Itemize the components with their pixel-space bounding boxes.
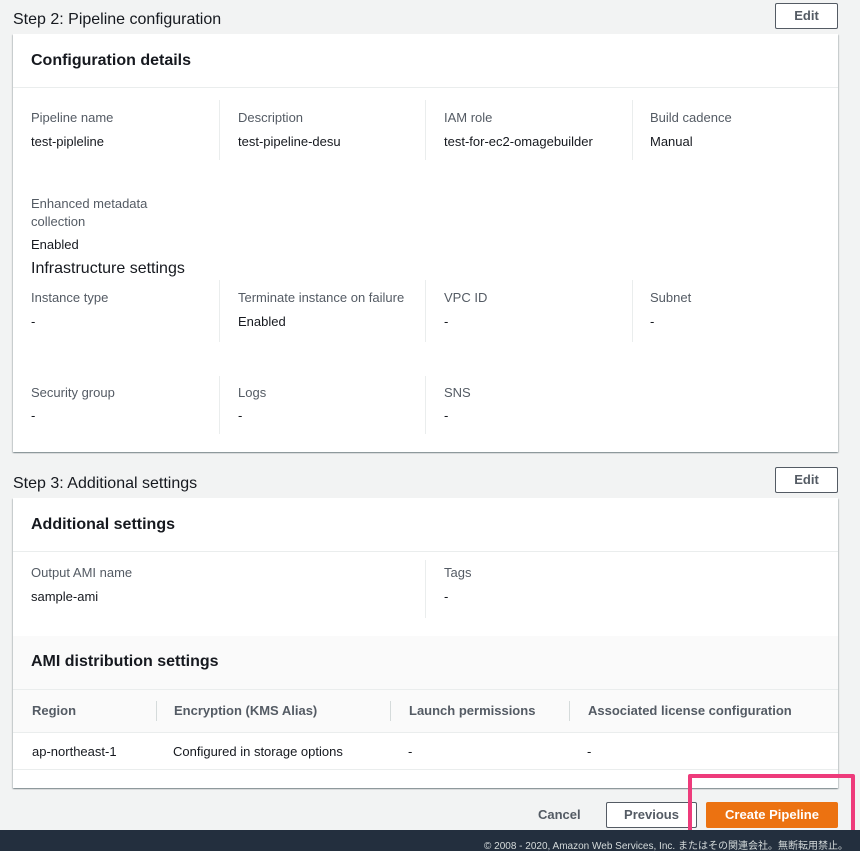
subnet-label: Subnet <box>650 290 692 305</box>
column-header-launch-permissions[interactable]: Launch permissions <box>409 703 535 718</box>
additional-settings-title: Additional settings <box>13 498 838 552</box>
step3-title: Step 3: Additional settings <box>13 475 198 492</box>
output-ami-name-label: Output AMI name <box>31 565 133 580</box>
column-divider <box>425 376 426 434</box>
cancel-button[interactable]: Cancel <box>538 807 581 822</box>
cell-region: ap-northeast-1 <box>32 744 117 759</box>
column-divider <box>219 280 220 342</box>
terminate-on-failure-label: Terminate instance on failure <box>238 290 405 305</box>
tags-label: Tags <box>444 565 472 580</box>
page-footer: © 2008 - 2020, Amazon Web Services, Inc.… <box>0 830 860 851</box>
iam-role-value: test-for-ec2-omagebuilder <box>444 134 593 149</box>
sns-label: SNS <box>444 385 471 400</box>
column-divider <box>390 701 391 721</box>
security-group-label: Security group <box>31 385 115 400</box>
infrastructure-settings-title: Infrastructure settings <box>31 260 185 277</box>
distribution-table-header-row: Region Encryption (KMS Alias) Launch per… <box>13 690 838 732</box>
copyright-text: © 2008 - 2020, Amazon Web Services, Inc.… <box>484 841 848 851</box>
security-group-value: - <box>31 408 36 423</box>
column-divider <box>219 376 220 434</box>
cell-encryption: Configured in storage options <box>173 744 343 759</box>
vpc-id-label: VPC ID <box>444 290 488 305</box>
column-divider <box>219 100 220 160</box>
table-row: ap-northeast-1 Configured in storage opt… <box>13 733 838 769</box>
column-divider <box>569 701 570 721</box>
column-divider <box>632 100 633 160</box>
column-header-region[interactable]: Region <box>32 703 76 718</box>
column-divider <box>632 280 633 342</box>
column-header-encryption[interactable]: Encryption (KMS Alias) <box>174 703 317 718</box>
enhanced-metadata-label-line1: Enhanced metadata <box>31 196 148 211</box>
column-divider <box>425 280 426 342</box>
step2-title: Step 2: Pipeline configuration <box>13 11 222 28</box>
iam-role-label: IAM role <box>444 110 493 125</box>
cell-launch-permissions: - <box>408 744 413 759</box>
column-divider <box>156 701 157 721</box>
column-header-license-configuration[interactable]: Associated license configuration <box>588 703 792 718</box>
column-divider <box>425 100 426 160</box>
configuration-details-title: Configuration details <box>13 34 838 88</box>
build-cadence-label: Build cadence <box>650 110 732 125</box>
enhanced-metadata-label-line2: collection <box>31 214 86 229</box>
output-ami-name-value: sample-ami <box>31 589 99 604</box>
description-label: Description <box>238 110 304 125</box>
vpc-id-value: - <box>444 314 449 329</box>
table-row-divider <box>13 769 838 770</box>
pipeline-name-value: test-pipleline <box>31 134 104 149</box>
sns-value: - <box>444 408 449 423</box>
ami-distribution-header: AMI distribution settings <box>13 636 838 690</box>
step2-edit-button[interactable]: Edit <box>775 3 838 29</box>
ami-distribution-title: AMI distribution settings <box>31 653 219 670</box>
pipeline-name-label: Pipeline name <box>31 110 114 125</box>
enhanced-metadata-value: Enabled <box>31 237 79 252</box>
additional-settings-card: Additional settings Output AMI name samp… <box>13 498 838 788</box>
cell-license-configuration: - <box>587 744 592 759</box>
instance-type-label: Instance type <box>31 290 109 305</box>
logs-value: - <box>238 408 243 423</box>
subnet-value: - <box>650 314 655 329</box>
description-value: test-pipeline-desu <box>238 134 341 149</box>
instance-type-value: - <box>31 314 36 329</box>
configuration-details-card: Configuration details Pipeline name test… <box>13 34 838 452</box>
terminate-on-failure-value: Enabled <box>238 314 286 329</box>
step3-edit-button[interactable]: Edit <box>775 467 838 493</box>
previous-button[interactable]: Previous <box>606 802 697 828</box>
build-cadence-value: Manual <box>650 134 693 149</box>
logs-label: Logs <box>238 385 267 400</box>
column-divider <box>425 560 426 618</box>
tags-value: - <box>444 589 449 604</box>
